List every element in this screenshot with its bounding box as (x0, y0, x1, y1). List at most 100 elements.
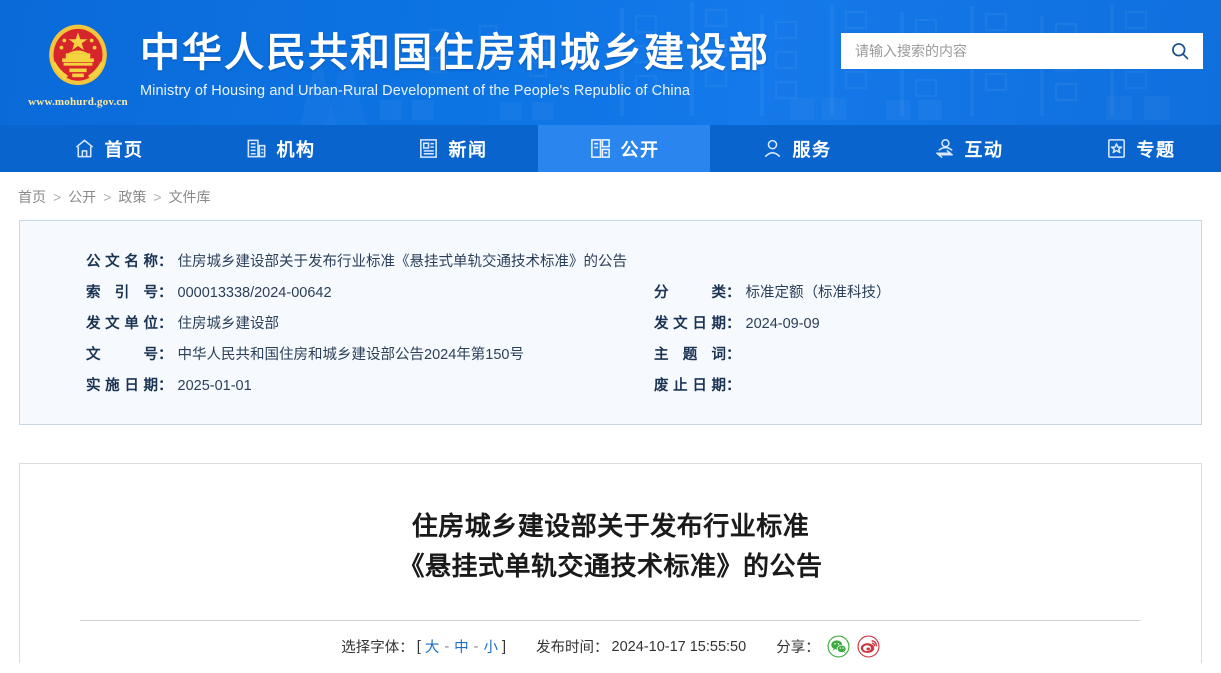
main-navigation: 首页 机构 新闻 公开 服务 互动 专题 (0, 125, 1221, 172)
publish-time-value: 2024-10-17 15:55:50 (611, 638, 747, 655)
metadata-row-index-number: 索引号 ： 000013338/2024-00642 (86, 278, 627, 309)
metadata-label: 发文日期 (654, 316, 726, 332)
nav-label-interaction: 互动 (964, 139, 1004, 160)
metadata-label: 实施日期 (86, 378, 158, 394)
share-group: 分享： (776, 635, 880, 658)
bracket-open: [ (416, 638, 421, 655)
breadcrumb-item-policy[interactable]: 政策 (118, 187, 146, 207)
article-divider (80, 620, 1141, 622)
metadata-colon: ： (726, 378, 741, 394)
nav-label-organization: 机构 (276, 139, 316, 160)
metadata-value: 住房城乡建设部 (177, 316, 280, 332)
breadcrumb-separator: > (103, 189, 112, 205)
metadata-label: 废止日期 (654, 378, 726, 394)
nav-label-home: 首页 (104, 139, 144, 160)
page-title: 住房城乡建设部关于发布行业标准 《悬挂式单轨交通技术标准》的公告 (80, 508, 1141, 587)
metadata-value: 2025-01-01 (177, 378, 252, 394)
metadata-colon: ： (726, 316, 741, 332)
site-title-block: 中华人民共和国住房和城乡建设部 Ministry of Housing and … (140, 26, 770, 99)
nav-label-topic: 专题 (1136, 139, 1176, 160)
metadata-colon: ： (726, 285, 741, 301)
breadcrumb-item-disclosure[interactable]: 公开 (68, 187, 96, 207)
breadcrumb-item-file-library[interactable]: 文件库 (169, 187, 211, 207)
article-title-line1: 住房城乡建设部关于发布行业标准 (411, 512, 810, 542)
metadata-row-issuing-unit: 发文单位 ： 住房城乡建设部 (86, 309, 627, 340)
search-icon (1172, 43, 1189, 60)
search-button[interactable] (1167, 38, 1193, 64)
metadata-colon: ： (158, 347, 173, 363)
publish-time-label: 发布时间： (536, 640, 609, 657)
breadcrumb-separator: > (53, 189, 62, 205)
metadata-row-category: 分类 ： 标准定额（标准科技） (654, 278, 1201, 309)
nav-item-news[interactable]: 新闻 (366, 125, 538, 172)
metadata-value: 标准定额（标准科技） (745, 285, 891, 301)
news-document-icon (417, 137, 440, 160)
wechat-share-icon[interactable] (827, 635, 850, 658)
nav-label-service: 服务 (792, 139, 832, 160)
service-person-icon (761, 137, 784, 160)
article-toolbar: 选择字体： [ 大 - 中 - 小 ] 发布时间： 2024-10-17 15:… (80, 635, 1141, 658)
breadcrumb-separator: > (153, 189, 162, 205)
nav-item-interaction[interactable]: 互动 (882, 125, 1054, 172)
nav-item-home[interactable]: 首页 (22, 125, 194, 172)
metadata-label: 公文名称 (86, 254, 158, 270)
nav-item-organization[interactable]: 机构 (194, 125, 366, 172)
metadata-row-implementation-date: 实施日期 ： 2025-01-01 (86, 371, 627, 402)
search-input[interactable] (855, 43, 1167, 59)
star-topic-icon (1105, 137, 1128, 160)
metadata-row-subject-terms: 主题词 ： (654, 340, 1201, 371)
article-title-line2: 《悬挂式单轨交通技术标准》的公告 (398, 551, 823, 582)
share-label: 分享： (776, 640, 820, 657)
metadata-colon: ： (158, 316, 173, 332)
metadata-value: 住房城乡建设部关于发布行业标准《悬挂式单轨交通技术标准》的公告 (177, 254, 628, 270)
metadata-column-left: 公文名称 ： 住房城乡建设部关于发布行业标准《悬挂式单轨交通技术标准》的公告 索… (20, 247, 627, 402)
publish-time-group: 发布时间： 2024-10-17 15:55:50 (536, 636, 746, 657)
font-size-small-link[interactable]: 小 (483, 636, 500, 657)
bracket-close: ] (502, 638, 507, 655)
nav-item-topic[interactable]: 专题 (1054, 125, 1221, 172)
metadata-column-right: 分类 ： 标准定额（标准科技） 发文日期 ： 2024-09-09 主题词 ： … (627, 247, 1201, 402)
metadata-colon: ： (158, 285, 173, 301)
metadata-colon: ： (158, 378, 173, 394)
metadata-label: 发文单位 (86, 316, 158, 332)
metadata-label: 文号 (86, 347, 158, 363)
metadata-label: 索引号 (86, 285, 158, 301)
metadata-colon: ： (726, 347, 741, 363)
breadcrumb-item-home[interactable]: 首页 (18, 187, 46, 207)
breadcrumb: 首页 > 公开 > 政策 > 文件库 (0, 172, 1221, 220)
metadata-value: 中华人民共和国住房和城乡建设部公告2024年第150号 (177, 347, 524, 363)
metadata-value: 000013338/2024-00642 (177, 285, 332, 301)
font-size-dash: - (444, 638, 450, 655)
metadata-row-document-name: 公文名称 ： 住房城乡建设部关于发布行业标准《悬挂式单轨交通技术标准》的公告 (86, 247, 627, 278)
metadata-row-document-number: 文号 ： 中华人民共和国住房和城乡建设部公告2024年第150号 (86, 340, 627, 371)
metadata-label: 分类 (654, 285, 726, 301)
weibo-share-icon[interactable] (857, 635, 880, 658)
metadata-colon: ： (158, 254, 173, 270)
site-header: www.mohurd.gov.cn 中华人民共和国住房和城乡建设部 Minist… (0, 0, 1221, 125)
metadata-label: 主题词 (654, 347, 726, 363)
home-icon (73, 137, 96, 160)
search-box[interactable] (841, 33, 1203, 69)
metadata-row-abolition-date: 废止日期 ： (654, 371, 1201, 402)
metadata-row-issue-date: 发文日期 ： 2024-09-09 (654, 309, 1201, 340)
nav-label-disclosure: 公开 (620, 139, 660, 160)
font-size-label: 选择字体： (341, 640, 414, 657)
font-size-large-link[interactable]: 大 (424, 636, 441, 657)
nav-item-disclosure[interactable]: 公开 (538, 125, 710, 172)
font-size-medium-link[interactable]: 中 (453, 636, 470, 657)
content-wrapper: 公文名称 ： 住房城乡建设部关于发布行业标准《悬挂式单轨交通技术标准》的公告 索… (0, 220, 1221, 663)
metadata-value: 2024-09-09 (745, 316, 820, 332)
site-title-cn: 中华人民共和国住房和城乡建设部 (140, 29, 770, 76)
font-size-dash: - (473, 638, 479, 655)
article-card: 住房城乡建设部关于发布行业标准 《悬挂式单轨交通技术标准》的公告 选择字体： [… (19, 463, 1202, 663)
interaction-exchange-icon (933, 137, 956, 160)
china-national-emblem-icon (49, 24, 107, 86)
site-url: www.mohurd.gov.cn (28, 96, 128, 108)
building-icon (245, 137, 268, 160)
document-metadata-card: 公文名称 ： 住房城乡建设部关于发布行业标准《悬挂式单轨交通技术标准》的公告 索… (19, 220, 1202, 425)
site-title-en: Ministry of Housing and Urban-Rural Deve… (140, 83, 691, 100)
nav-item-service[interactable]: 服务 (710, 125, 882, 172)
nav-label-news: 新闻 (448, 139, 488, 160)
open-disclosure-icon (589, 137, 612, 160)
emblem-block: www.mohurd.gov.cn (22, 17, 134, 108)
